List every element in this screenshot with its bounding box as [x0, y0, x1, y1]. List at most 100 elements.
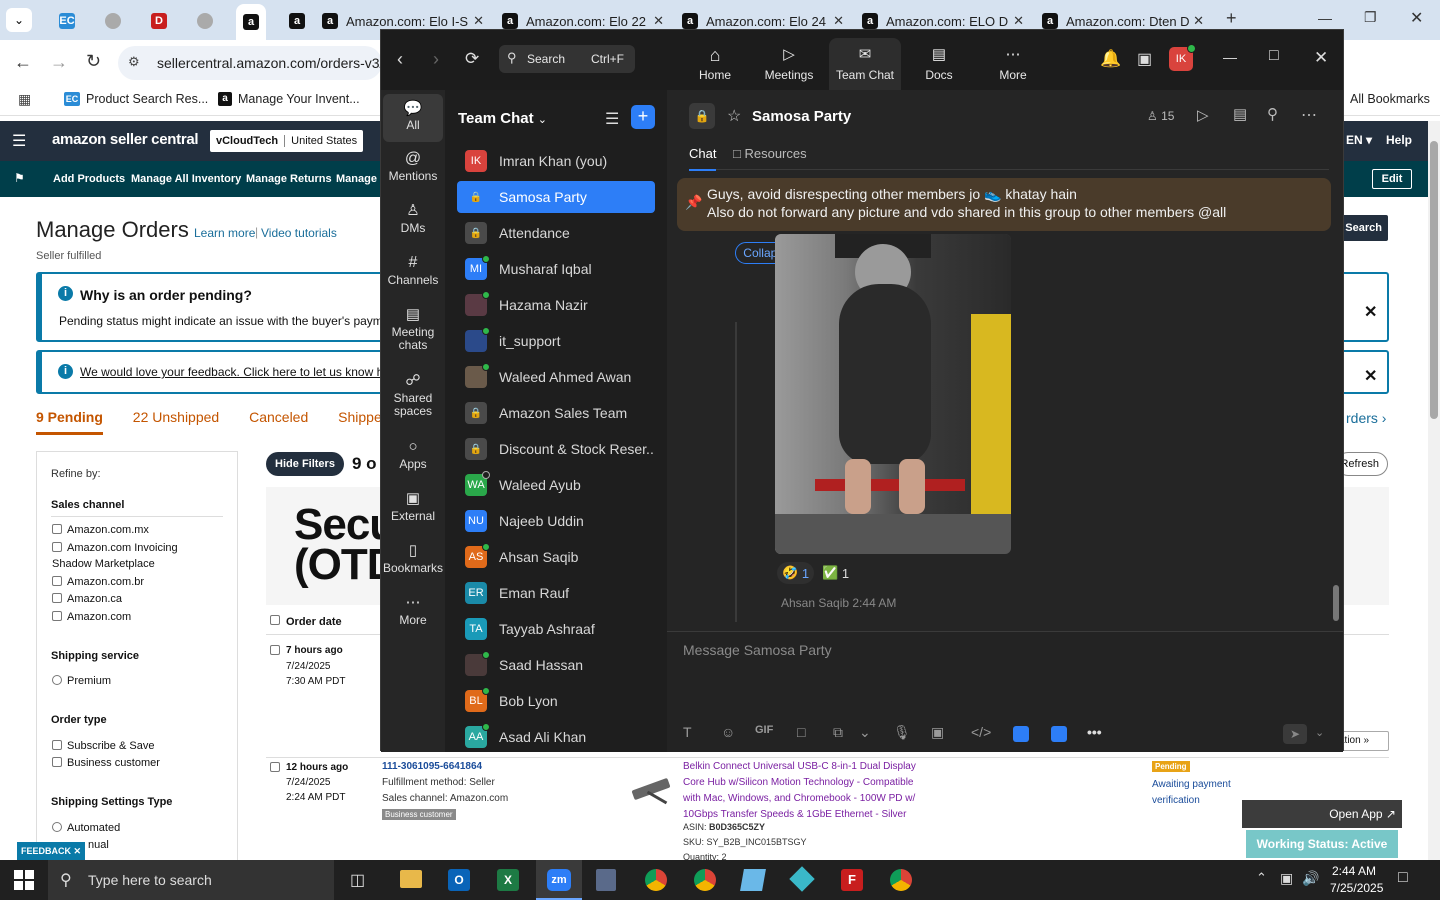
rail-mentions[interactable]: @ Mentions	[383, 151, 443, 183]
code-snippet-icon[interactable]: </>	[971, 724, 991, 740]
checkbox[interactable]	[52, 542, 62, 552]
chevron-down-icon[interactable]: ⌄	[859, 724, 871, 741]
filter-amazon-ca[interactable]: Amazon.ca	[52, 593, 122, 605]
nav-more[interactable]: ⋯ More	[977, 38, 1049, 90]
zoom-taskbar-button[interactable]: zm	[536, 860, 582, 900]
chat-list-item[interactable]: BL Bob Lyon	[457, 685, 655, 717]
tab-resources[interactable]: □ Resources	[733, 146, 807, 161]
browser-tab[interactable]: a	[282, 6, 312, 36]
whiteboard-icon[interactable]	[1013, 726, 1029, 742]
all-bookmarks[interactable]: All Bookmarks	[1350, 92, 1430, 106]
close-tab-icon[interactable]: ✕	[1013, 13, 1024, 29]
all-orders-link[interactable]: rders ›	[1346, 410, 1386, 426]
order-date-header[interactable]: Order date	[286, 616, 342, 628]
rail-external[interactable]: ▣ External	[383, 491, 443, 523]
outlook-icon[interactable]: O	[448, 869, 470, 891]
send-button[interactable]: ➤	[1283, 724, 1307, 744]
scrollbar-thumb[interactable]	[1333, 585, 1339, 621]
excel-icon[interactable]: X	[497, 869, 519, 891]
chat-list-item[interactable]: it_support	[457, 325, 655, 357]
tab-pending[interactable]: 9 Pending	[36, 409, 103, 435]
bell-icon[interactable]: 🔔	[1100, 49, 1121, 69]
zoom-search-box[interactable]: ⚲ Search Ctrl+F	[499, 45, 635, 73]
checkbox[interactable]	[52, 740, 62, 750]
chat-list-item[interactable]: TA Tayyab Ashraaf	[457, 613, 655, 645]
close-window-button[interactable]: ✕	[1410, 8, 1423, 28]
chat-list-item[interactable]: 🔒 Samosa Party	[457, 181, 655, 213]
clock-time[interactable]: 2:44 AM	[1332, 864, 1376, 878]
rail-shared-spaces[interactable]: ☍ Shared spaces	[383, 373, 443, 418]
chat-list-item[interactable]: Waleed Ahmed Awan	[457, 361, 655, 393]
minimize-window-button[interactable]: —	[1223, 49, 1237, 65]
edit-nav-button[interactable]: Edit	[1372, 169, 1412, 189]
clock-date[interactable]: 7/25/2025	[1330, 881, 1383, 895]
chat-list-item[interactable]: WA Waleed Ayub	[457, 469, 655, 501]
checkbox[interactable]	[52, 611, 62, 621]
order-id-link[interactable]: 111-3061095-6641864	[382, 761, 482, 772]
calendar-icon[interactable]: ▤	[1233, 105, 1247, 123]
chevron-up-icon[interactable]: ⌃	[1256, 870, 1267, 886]
hamburger-menu-icon[interactable]: ☰	[12, 131, 26, 151]
chrome-icon[interactable]	[645, 869, 667, 891]
back-icon[interactable]: ←	[14, 52, 32, 73]
reaction-rofl[interactable]: 🤣 1	[777, 562, 815, 584]
microphone-icon[interactable]: 🎙	[893, 724, 911, 741]
close-icon[interactable]: ✕	[1364, 302, 1377, 322]
calculator-icon[interactable]	[596, 869, 616, 891]
tab-list-dropdown[interactable]: ⌄	[6, 8, 32, 32]
nav-add-products[interactable]: Add Products	[53, 173, 125, 185]
reaction-check[interactable]: ✅ 1	[817, 562, 854, 584]
chat-list-item[interactable]: MI Musharaf Iqbal	[457, 253, 655, 285]
app-diamond-icon[interactable]	[789, 866, 815, 892]
url-field[interactable]: ⚙ sellercentral.amazon.com/orders-v3/	[118, 46, 383, 80]
new-tab-button[interactable]: +	[1226, 8, 1237, 29]
row-checkbox[interactable]	[270, 762, 280, 772]
video-tutorials-link[interactable]: Video tutorials	[261, 226, 337, 240]
emoji-icon[interactable]: ☺	[721, 724, 735, 740]
radio[interactable]	[52, 675, 62, 685]
pinned-message[interactable]: 📌 Guys, avoid disrespecting other member…	[677, 178, 1331, 231]
nav-manage-returns[interactable]: Manage Returns	[246, 173, 332, 185]
bookmark-product-search[interactable]: EC Product Search Res...	[64, 92, 208, 106]
filter-manual[interactable]: nual	[88, 839, 109, 851]
chat-scrollbar[interactable]	[1332, 202, 1340, 642]
minimize-window-button[interactable]: —	[1318, 10, 1332, 26]
product-title-link[interactable]: Belkin Connect Universal USB-C 8-in-1 Du…	[683, 759, 917, 823]
scrollbar-thumb[interactable]	[1430, 141, 1438, 419]
rail-all[interactable]: 💬 All	[383, 94, 443, 142]
checkbox[interactable]	[52, 757, 62, 767]
working-status-badge[interactable]: Working Status: Active	[1246, 830, 1398, 858]
nav-meetings[interactable]: ▷ Meetings	[753, 38, 825, 90]
feedback-link[interactable]: We would love your feedback. Click here …	[80, 365, 399, 379]
close-tab-icon[interactable]: ✕	[653, 13, 664, 29]
format-text-icon[interactable]: T	[683, 724, 692, 740]
chrome-profile-icon[interactable]	[694, 869, 716, 891]
close-tab-icon[interactable]: ✕	[473, 13, 484, 29]
nav-team-chat[interactable]: ✉ Team Chat	[829, 38, 901, 90]
gif-icon[interactable]: GIF	[755, 724, 773, 736]
filezilla-icon[interactable]: F	[841, 869, 863, 891]
account-switcher[interactable]: vCloudTech United States	[210, 130, 364, 152]
reload-icon[interactable]: ↻	[86, 51, 101, 72]
chat-list-item[interactable]: 🔒 Amazon Sales Team	[457, 397, 655, 429]
chrome-icon-2[interactable]	[890, 869, 912, 891]
filter-subscribe-save[interactable]: Subscribe & Save	[52, 740, 154, 752]
history-icon[interactable]: ⟳	[465, 49, 479, 69]
video-message-icon[interactable]: ▣	[931, 724, 944, 741]
search-button[interactable]: Search	[1338, 215, 1388, 241]
filter-automated[interactable]: Automated	[52, 822, 120, 834]
product-thumbnail[interactable]	[628, 770, 674, 806]
browser-tab[interactable]	[98, 6, 128, 36]
open-app-bar[interactable]: Open App ↗	[1242, 800, 1402, 828]
rail-bookmarks[interactable]: ▯ Bookmarks	[383, 543, 443, 575]
learn-more-link[interactable]: Learn more	[194, 226, 255, 240]
select-all-checkbox[interactable]	[270, 615, 280, 625]
seller-central-logo[interactable]: amazon seller central	[52, 131, 199, 148]
task-view-icon[interactable]: ◫	[350, 870, 365, 890]
browser-tab[interactable]: EC	[52, 6, 82, 36]
checkbox[interactable]	[52, 593, 62, 603]
filter-invoicing[interactable]: Amazon.com Invoicing	[52, 542, 178, 554]
network-icon[interactable]: ▣	[1280, 870, 1293, 887]
app-integration-icon[interactable]	[1051, 726, 1067, 742]
forward-icon[interactable]: ›	[433, 49, 439, 70]
